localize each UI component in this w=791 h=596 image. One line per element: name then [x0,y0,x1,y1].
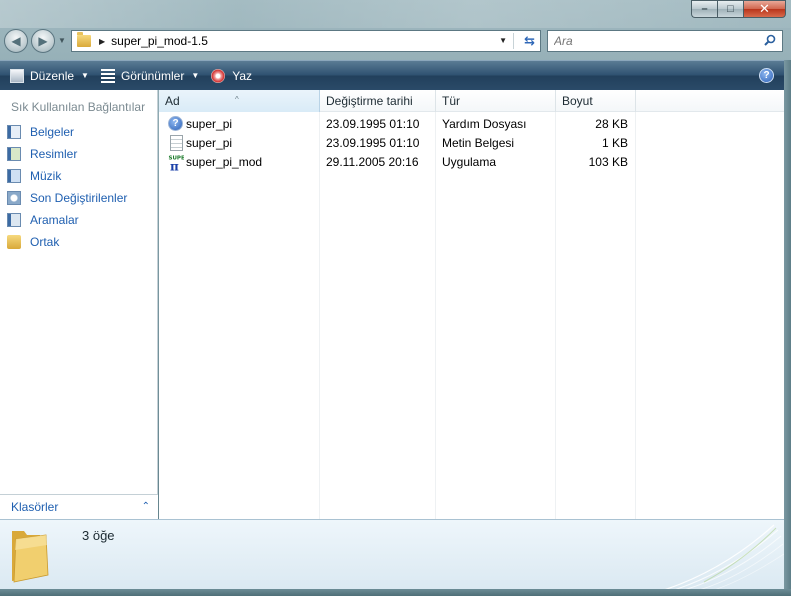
refresh-icon[interactable]: ⇆ [524,33,535,49]
pictures-icon [7,147,21,161]
help-button[interactable]: ? [759,68,774,83]
forward-arrow-icon: ▶ [38,34,48,48]
file-name: super_pi [186,117,233,131]
minimize-button[interactable]: – [691,0,717,18]
chevron-up-icon[interactable]: ⌃ [142,501,150,512]
nav-link-label: Belgeler [30,125,75,139]
window-border-bottom [0,589,791,596]
searches-icon [7,213,21,227]
file-list: Ad ^ Değiştirme tarihi Tür Boyut ? super… [159,90,784,519]
burn-button[interactable]: Yaz [205,61,258,90]
nav-link-label: Müzik [30,169,62,183]
column-divider [319,112,320,519]
nav-link-label: Ortak [30,235,60,249]
folder-icon [77,32,91,47]
burn-disc-icon [211,68,226,83]
column-divider [555,112,556,519]
close-icon: ✕ [759,1,770,16]
organize-label: Düzenle [30,68,75,83]
help-icon: ? [763,70,770,81]
file-row[interactable]: SUPER π super_pi_mod 29.11.2005 20:16 Uy… [159,153,639,172]
column-divider [635,112,636,519]
folders-label: Klasörler [11,500,59,514]
nav-link-recently-changed[interactable]: Son Değiştirilenler [7,191,127,205]
file-date: 23.09.1995 01:10 [326,117,420,131]
column-header-row: Ad ^ Değiştirme tarihi Tür Boyut [159,90,784,112]
address-divider [513,33,514,49]
back-arrow-icon: ◀ [11,34,21,48]
breadcrumb-chevron-icon[interactable]: ▶ [99,37,105,46]
file-name: super_pi [186,136,233,150]
address-history-dropdown[interactable]: ▼ [499,36,507,45]
column-divider [435,112,436,519]
nav-link-pictures[interactable]: Resimler [7,147,77,161]
super-pi-app-icon: SUPER π [168,154,184,171]
address-bar[interactable]: ▶ super_pi_mod-1.5 ▼ ⇆ [71,30,541,52]
chevron-down-icon: ▼ [191,71,200,80]
column-header-label: Boyut [562,94,593,108]
music-icon [7,169,21,183]
caption-buttons: – □ ✕ [691,0,786,18]
details-decoration [665,524,784,589]
organize-menu-button[interactable]: Düzenle ▼ [4,61,95,90]
documents-icon [7,125,21,139]
file-type: Yardım Dosyası [442,117,527,131]
search-icon[interactable] [764,34,776,46]
svg-text:π: π [170,160,179,172]
file-type: Metin Belgesi [442,136,515,150]
file-row[interactable]: super_pi 23.09.1995 01:10 Metin Belgesi … [159,134,639,153]
column-header-label: Ad [165,94,180,108]
search-input[interactable] [554,34,754,48]
nav-link-public[interactable]: Ortak [7,235,59,249]
column-header-label: Tür [442,94,460,108]
file-size: 103 KB [588,155,628,169]
window-border-right [784,60,791,596]
nav-link-label: Son Değiştirilenler [30,191,128,205]
nav-link-documents[interactable]: Belgeler [7,125,74,139]
item-count: 3 öğe [82,528,115,543]
organize-icon [10,68,24,83]
column-header-size[interactable]: Boyut [556,90,636,112]
forward-button[interactable]: ▶ [31,29,55,53]
nav-link-searches[interactable]: Aramalar [7,213,79,227]
views-label: Görünümler [120,68,185,83]
nav-link-music[interactable]: Müzik [7,169,61,183]
file-row[interactable]: ? super_pi 23.09.1995 01:10 Yardım Dosya… [159,115,639,134]
search-box[interactable] [547,30,783,52]
navigation-pane: Sık Kullanılan Bağlantılar Belgeler Resi… [0,90,158,519]
back-button[interactable]: ◀ [4,29,28,53]
file-size: 28 KB [595,117,628,131]
column-header-type[interactable]: Tür [436,90,556,112]
breadcrumb-current-folder[interactable]: super_pi_mod-1.5 [111,34,208,48]
nav-link-label: Resimler [30,147,78,161]
close-button[interactable]: ✕ [743,0,786,18]
favorite-links-heading: Sık Kullanılan Bağlantılar [11,100,146,114]
maximize-icon: □ [727,3,734,15]
burn-label: Yaz [232,68,253,83]
recent-pages-dropdown[interactable]: ▼ [58,36,66,45]
help-file-icon: ? [168,116,183,131]
column-header-name[interactable]: Ad ^ [159,90,320,112]
column-header-label: Değiştirme tarihi [326,94,413,108]
chevron-down-icon: ▼ [81,71,89,80]
text-file-icon [170,135,183,151]
file-date: 23.09.1995 01:10 [326,136,420,150]
views-menu-button[interactable]: Görünümler ▼ [95,61,205,90]
views-icon [100,68,115,83]
file-date: 29.11.2005 20:16 [326,155,419,169]
details-pane: 3 öğe [0,519,784,589]
sort-ascending-icon: ^ [235,95,239,104]
maximize-button[interactable]: □ [717,0,743,18]
column-header-date-modified[interactable]: Değiştirme tarihi [320,90,436,112]
large-folder-icon [12,531,49,583]
recent-icon [7,191,21,205]
minimize-icon: – [701,3,708,15]
command-toolbar: Düzenle ▼ Görünümler ▼ Yaz ? [0,60,784,90]
nav-link-label: Aramalar [30,213,79,227]
folders-toggle-bar[interactable]: Klasörler ⌃ [0,494,158,519]
file-size: 1 KB [601,136,628,150]
file-name: super_pi_mod [186,155,263,169]
public-folder-icon [7,235,21,249]
file-type: Uygulama [442,155,497,169]
